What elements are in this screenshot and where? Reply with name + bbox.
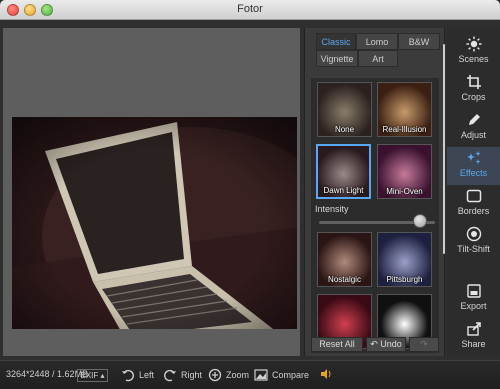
undo-icon: ↶ [370, 339, 378, 349]
tool-label: Export [460, 301, 487, 311]
effect-thumb-pittsburgh[interactable]: Pittsburgh [377, 232, 432, 287]
frame-icon [466, 189, 481, 203]
tool-crops[interactable]: Crops [447, 71, 500, 109]
tool-tilt-shift[interactable]: Tilt-Shift [447, 223, 500, 261]
effect-thumb-real-illusion[interactable]: Real-Illusion [377, 82, 432, 137]
effect-label: Pittsburgh [386, 275, 423, 284]
tab-bw[interactable]: B&W [398, 33, 440, 50]
rotate-right-icon [164, 369, 176, 382]
effect-thumb-dawn-light[interactable]: Dawn Light [316, 144, 371, 199]
exif-label: EXIF [80, 371, 99, 380]
chevron-up-icon: ▴ [100, 371, 105, 380]
panel-actions: Reset All ↶ Undo ↷ [311, 337, 439, 353]
sparkle-icon [466, 151, 481, 165]
app-window: Fotor Classic Lomo B&W Vignette Art None… [0, 0, 500, 389]
tool-label: Borders [457, 206, 490, 216]
exif-dropdown[interactable]: EXIF ▴ [77, 369, 108, 382]
tool-label: Scenes [458, 54, 489, 64]
tool-effects[interactable]: Effects [447, 147, 500, 185]
image-canvas [3, 28, 300, 356]
rotate-left-button[interactable]: Left [121, 366, 157, 384]
window-title: Fotor [237, 3, 263, 15]
tab-lomo[interactable]: Lomo [356, 33, 398, 50]
zoom-label: Zoom [226, 370, 250, 380]
redo-button[interactable]: ↷ [409, 337, 439, 352]
zoom-icon [208, 368, 222, 382]
effect-label: None [334, 125, 355, 134]
tool-scenes[interactable]: Scenes [447, 33, 500, 71]
tool-share[interactable]: Share [447, 318, 500, 356]
image-info: 3264*2448 / 1.62MB [6, 369, 89, 379]
tool-label: Adjust [460, 130, 486, 140]
right-toolbar: Scenes Crops Adjust Effects Borders Tilt… [447, 28, 500, 356]
tool-label: Share [461, 339, 486, 349]
sun-icon [466, 36, 481, 52]
tool-export[interactable]: Export [447, 280, 500, 318]
rotate-right-button[interactable]: Right [163, 366, 203, 384]
effects-panel: Classic Lomo B&W Vignette Art None Real-… [304, 28, 445, 356]
effect-thumb-mini-oven[interactable]: Mini-Oven [377, 144, 432, 199]
intensity-label: Intensity [315, 204, 349, 214]
tab-vignette[interactable]: Vignette [316, 50, 358, 67]
compare-button[interactable]: Compare [254, 366, 310, 384]
target-icon [466, 226, 481, 242]
tool-label: Crops [461, 92, 486, 102]
compare-icon [254, 369, 268, 381]
effect-label: Dawn Light [323, 186, 364, 195]
photo-preview[interactable] [12, 117, 297, 329]
effect-category-tabs: Classic Lomo B&W Vignette Art [310, 33, 440, 69]
compare-label: Compare [272, 370, 310, 380]
zoom-button[interactable]: Zoom [208, 366, 250, 384]
intensity-slider-knob[interactable] [413, 214, 427, 228]
undo-button[interactable]: ↶ Undo [366, 337, 406, 352]
sound-button[interactable] [320, 366, 334, 384]
tab-art[interactable]: Art [358, 50, 398, 67]
tool-borders[interactable]: Borders [447, 185, 500, 223]
tool-label: Effects [459, 168, 488, 178]
effect-label: Real-Illusion [382, 125, 427, 134]
effect-label: Nostalgic [328, 275, 361, 284]
rotate-left-label: Left [139, 370, 155, 380]
speaker-icon [321, 369, 331, 379]
effects-scrollbar[interactable] [443, 44, 445, 254]
effect-thumb-none[interactable]: None [317, 82, 372, 137]
undo-label: Undo [380, 339, 402, 349]
export-icon [466, 284, 481, 298]
effect-thumb-nostalgic[interactable]: Nostalgic [317, 232, 372, 287]
reset-all-button[interactable]: Reset All [311, 337, 363, 352]
status-bar: 3264*2448 / 1.62MB EXIF ▴ Left Right Zoo… [0, 360, 500, 389]
tab-classic[interactable]: Classic [316, 33, 356, 50]
title-bar: Fotor [0, 0, 500, 20]
pencil-icon [468, 114, 480, 125]
redo-icon: ↷ [420, 339, 428, 349]
tool-adjust[interactable]: Adjust [447, 109, 500, 147]
share-icon [466, 322, 481, 336]
tool-label: Tilt-Shift [457, 244, 490, 254]
rotate-right-label: Right [181, 370, 203, 380]
effect-label: Mini-Oven [386, 187, 423, 196]
rotate-left-icon [122, 369, 134, 382]
crop-icon [466, 75, 481, 89]
